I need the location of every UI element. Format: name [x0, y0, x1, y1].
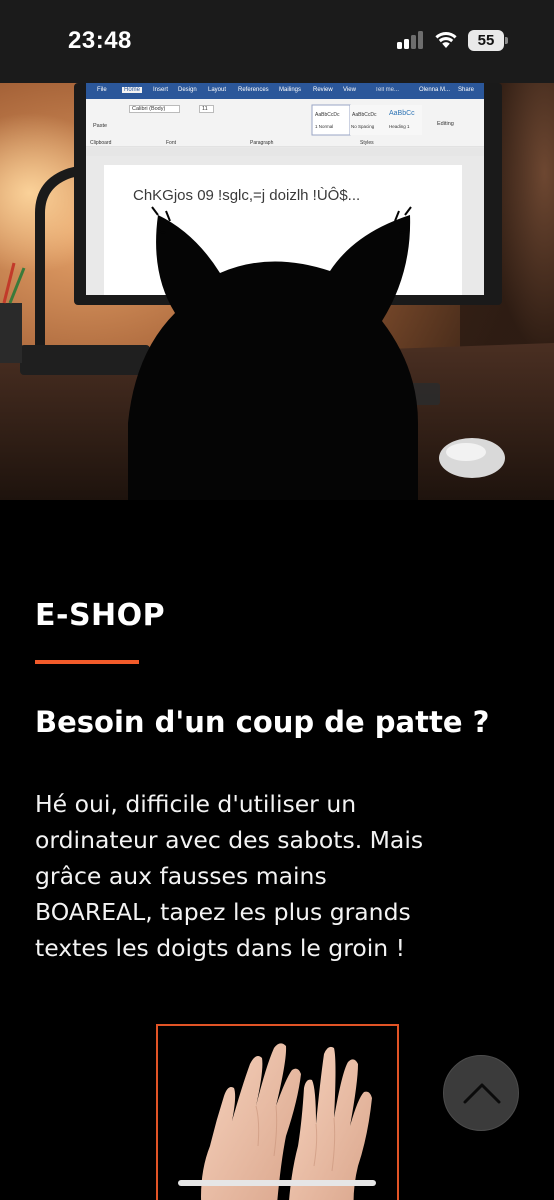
word-group-styles: Styles [360, 140, 374, 146]
section-description: Hé oui, difficile d'utiliser un ordinate… [35, 786, 525, 966]
word-style-sample-1: AaBbCcDc [315, 112, 340, 118]
word-tab-home: Home [122, 87, 143, 93]
home-indicator[interactable] [178, 1180, 376, 1186]
word-document-text: ChKGjos 09 !sglc,=j doizlh !ÙÔ$... [133, 187, 361, 204]
word-font-size: 11 [199, 105, 214, 113]
cellular-signal-icon [397, 31, 423, 49]
word-tab-file: File [97, 87, 107, 93]
status-bar: 23:48 55 [0, 0, 554, 83]
word-tab-layout: Layout [208, 87, 227, 93]
product-image[interactable] [156, 1024, 399, 1200]
word-group-paragraph: Paragraph [250, 140, 274, 146]
section-label: E-SHOP [35, 598, 166, 633]
word-tab-view: View [343, 87, 356, 93]
description-line: grâce aux fausses mains [35, 862, 327, 890]
description-line: Hé oui, difficile d'utiliser un [35, 790, 357, 818]
word-tell-me: Tell me... [375, 87, 400, 93]
battery-level: 55 [477, 32, 495, 49]
word-user-name: Olenna M... [419, 87, 451, 93]
word-tab-insert: Insert [153, 87, 169, 93]
description-line: BOAREAL, tapez les plus grands [35, 898, 411, 926]
accent-divider [35, 660, 139, 664]
hero-image: File Home Insert Design Layout Reference… [0, 83, 554, 500]
fake-hands-illustration [201, 1043, 372, 1200]
word-tab-design: Design [178, 87, 197, 93]
word-style-sample-2: AaBbCcDc [352, 112, 377, 118]
scroll-to-top-button[interactable] [443, 1055, 519, 1131]
word-group-clipboard: Clipboard [90, 140, 112, 146]
word-editing: Editing [437, 121, 454, 127]
section-heading: Besoin d'un coup de patte ? [35, 705, 490, 739]
word-group-font: Font [166, 140, 177, 146]
description-line: ordinateur avec des sabots. Mais [35, 826, 424, 854]
chevron-up-icon [463, 1083, 501, 1104]
word-style-name-3: Heading 1 [389, 124, 410, 129]
status-time: 23:48 [68, 27, 132, 54]
word-share: Share [458, 87, 475, 93]
description-line: textes les doigts dans le groin ! [35, 934, 406, 962]
word-style-name-2: No Spacing [351, 124, 375, 129]
word-tab-review: Review [313, 87, 333, 93]
hero-illustration [0, 83, 554, 500]
word-tab-mailings: Mailings [279, 87, 302, 93]
battery-icon: 55 [468, 30, 508, 51]
word-style-name-1: 1 Normal [315, 124, 334, 129]
word-tab-references: References [238, 87, 269, 93]
word-font-name: Calibri (Body) [129, 105, 181, 113]
wifi-icon [433, 29, 459, 49]
word-style-sample-3: AaBbCc [389, 110, 415, 117]
word-paste: Paste [93, 123, 108, 129]
